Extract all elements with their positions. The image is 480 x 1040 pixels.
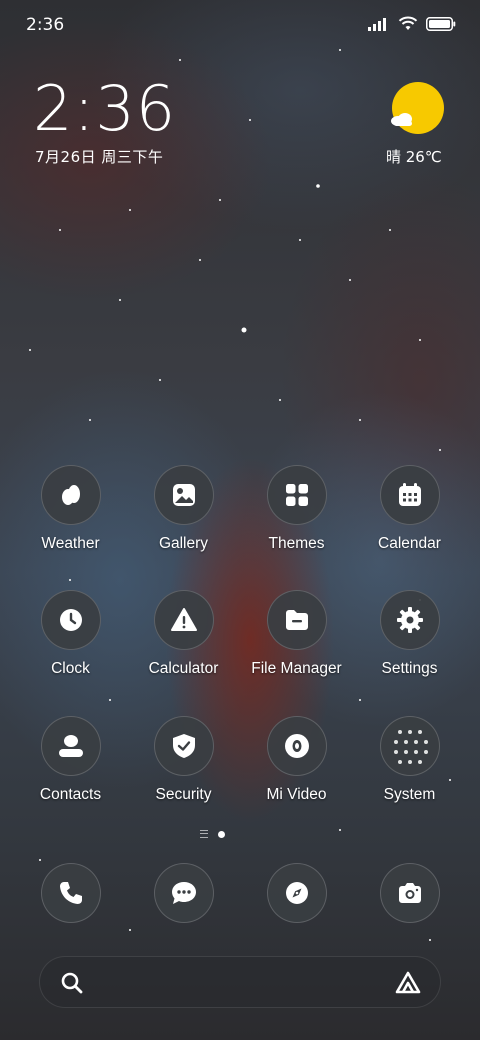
app-label: Mi Video bbox=[266, 786, 327, 803]
app-contacts[interactable]: Contacts bbox=[14, 716, 127, 804]
feed-indicator bbox=[200, 830, 208, 838]
app-file-manager[interactable]: File Manager bbox=[240, 590, 353, 678]
search-icon[interactable] bbox=[60, 971, 84, 995]
date-text: 7月26日 周三下午 bbox=[35, 148, 164, 166]
dock-phone[interactable] bbox=[14, 863, 127, 923]
app-label: Clock bbox=[51, 660, 90, 677]
dock-messages[interactable] bbox=[127, 863, 240, 923]
status-time: 2:36 bbox=[26, 15, 65, 35]
sun-icon bbox=[392, 82, 444, 134]
app-settings[interactable]: Settings bbox=[353, 590, 466, 678]
app-label: Calendar bbox=[378, 535, 441, 552]
app-label: Calculator bbox=[148, 660, 219, 677]
calendar-icon bbox=[379, 465, 440, 525]
app-label: File Manager bbox=[251, 660, 342, 677]
app-calculator[interactable]: Calculator bbox=[127, 590, 240, 678]
page-indicator[interactable] bbox=[200, 830, 225, 838]
mi-video-icon bbox=[266, 716, 327, 776]
app-weather[interactable]: Weather bbox=[14, 465, 127, 553]
status-bar: 2:36 bbox=[0, 0, 480, 50]
status-icons bbox=[368, 16, 456, 31]
contacts-icon bbox=[40, 716, 101, 776]
signal-icon bbox=[368, 17, 386, 31]
camera-icon bbox=[379, 863, 440, 923]
themes-icon bbox=[266, 465, 327, 525]
cloud-icon bbox=[391, 113, 412, 126]
page-dot-current bbox=[218, 830, 225, 838]
app-calendar[interactable]: Calendar bbox=[353, 465, 466, 553]
app-label: System bbox=[383, 786, 436, 803]
file-manager-icon bbox=[266, 590, 327, 650]
lockscreen-clock[interactable]: 2:36 bbox=[33, 72, 176, 145]
dock-browser[interactable] bbox=[240, 863, 353, 923]
weather-icon bbox=[40, 465, 101, 525]
app-clock[interactable]: Clock bbox=[14, 590, 127, 678]
app-themes[interactable]: Themes bbox=[240, 465, 353, 553]
wifi-icon bbox=[398, 16, 418, 30]
app-security[interactable]: Security bbox=[127, 716, 240, 804]
messages-icon bbox=[153, 863, 214, 923]
app-gallery[interactable]: Gallery bbox=[127, 465, 240, 553]
app-mi-video[interactable]: Mi Video bbox=[240, 716, 353, 804]
app-label: Gallery bbox=[158, 535, 209, 552]
app-label: Contacts bbox=[39, 786, 102, 803]
clock-icon bbox=[40, 590, 101, 650]
battery-icon bbox=[426, 16, 456, 31]
security-icon bbox=[153, 716, 214, 776]
app-label: Themes bbox=[268, 535, 325, 552]
assistant-icon[interactable] bbox=[394, 970, 422, 996]
system-folder-icon bbox=[379, 716, 440, 776]
weather-text: 晴 26℃ bbox=[386, 148, 442, 166]
app-label: Settings bbox=[381, 660, 438, 677]
settings-icon bbox=[379, 590, 440, 650]
calculator-icon bbox=[153, 590, 214, 650]
app-label: Weather bbox=[41, 535, 100, 552]
app-system-folder[interactable]: System bbox=[353, 716, 466, 804]
search-bar[interactable] bbox=[39, 956, 441, 1008]
browser-icon bbox=[266, 863, 327, 923]
gallery-icon bbox=[153, 465, 214, 525]
phone-icon bbox=[40, 863, 101, 923]
dock-camera[interactable] bbox=[353, 863, 466, 923]
app-label: Security bbox=[155, 786, 212, 803]
